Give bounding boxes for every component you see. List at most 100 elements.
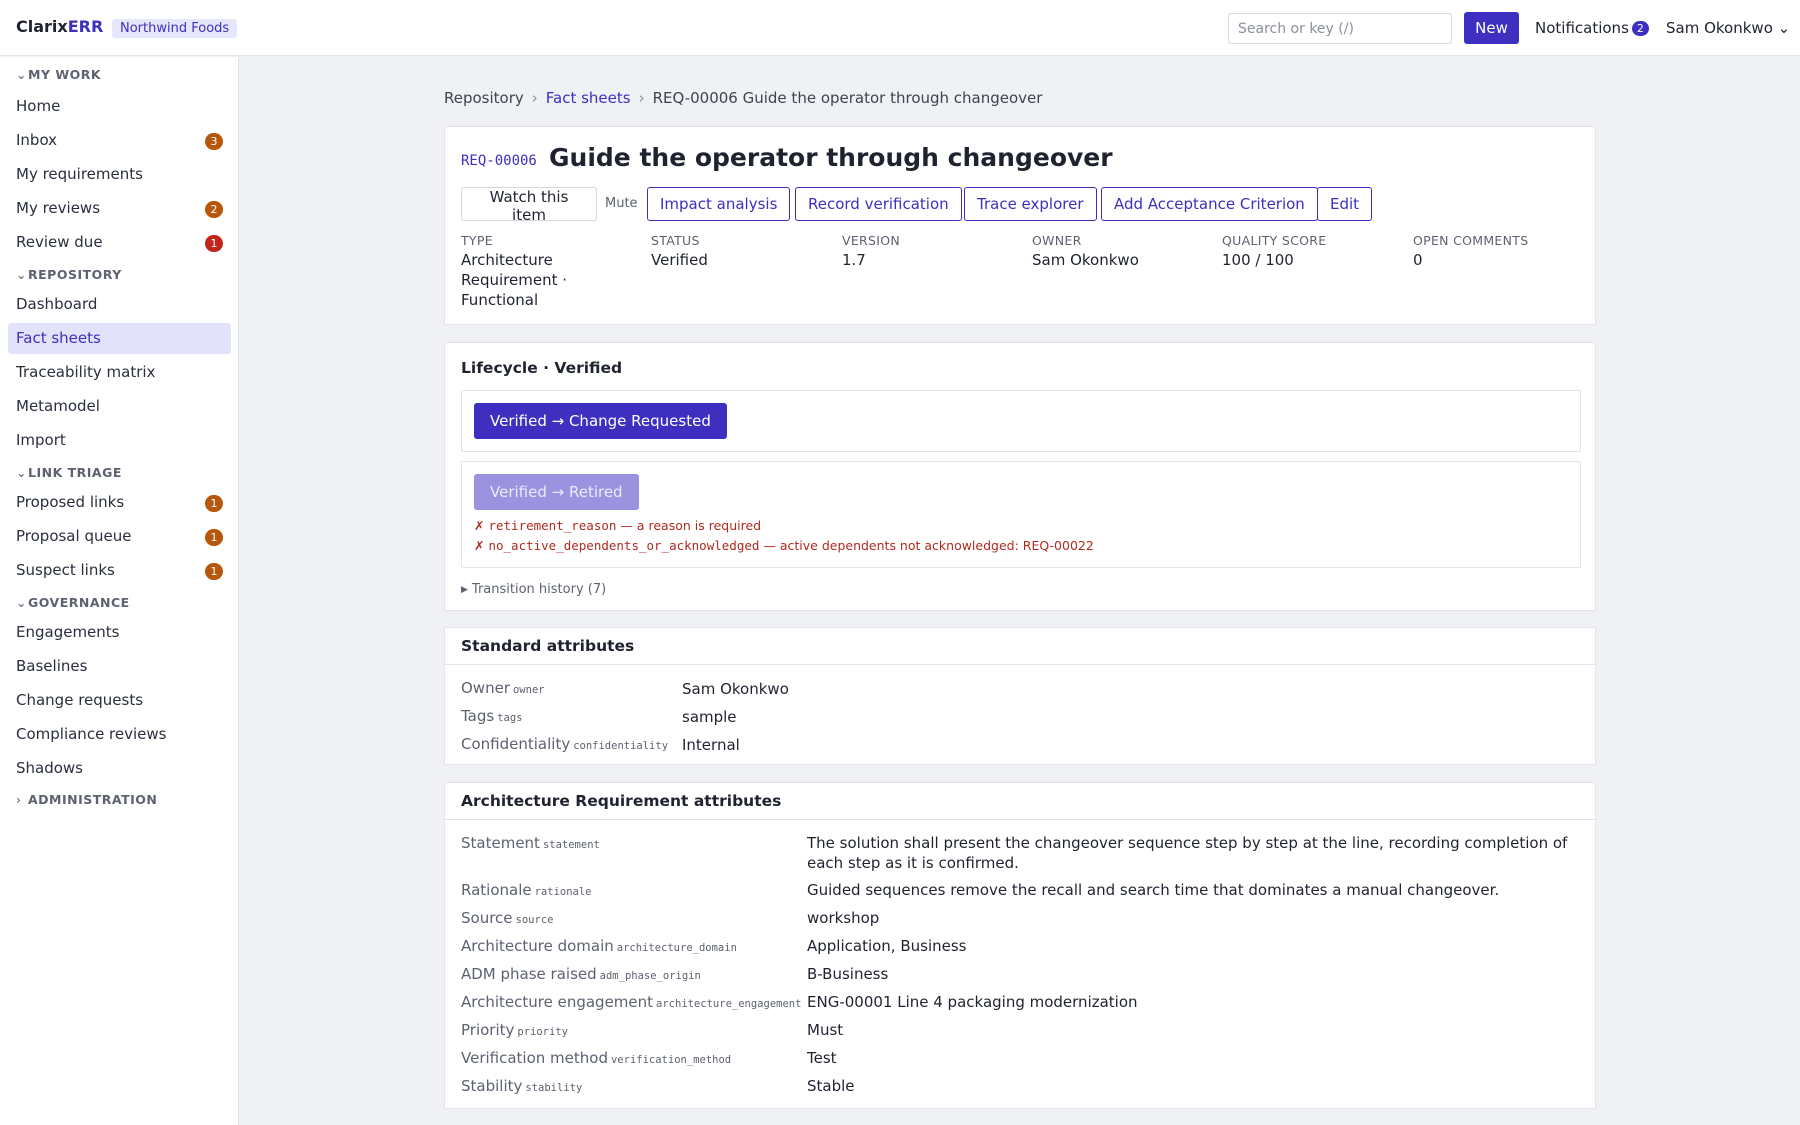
meta-value: Verified — [651, 251, 708, 269]
sidebar-item-inbox[interactable]: Inbox 3 — [8, 125, 231, 156]
new-button[interactable]: New — [1464, 12, 1519, 44]
page-title: Guide the operator through changeover — [549, 143, 1113, 172]
sidebar-item-my-requirements[interactable]: My requirements — [8, 159, 231, 190]
section-title: Standard attributes — [461, 637, 635, 655]
sidebar-item-engagements[interactable]: Engagements — [8, 617, 231, 648]
sidebar-item-label: Proposal queue — [16, 527, 132, 545]
attr-label: Stability stability — [461, 1077, 582, 1095]
architecture-attributes-card: Architecture Requirement attributes Stat… — [444, 782, 1596, 1109]
mute-button[interactable]: Mute — [605, 196, 638, 211]
sidebar-item-traceability-matrix[interactable]: Traceability matrix — [8, 357, 231, 388]
attr-label: Tags tags — [461, 707, 523, 725]
breadcrumb-current: REQ-00006 Guide the operator through cha… — [652, 89, 1043, 107]
lifecycle-card: Lifecycle · Verified Verified → Change R… — [444, 342, 1596, 611]
meta-label: QUALITY SCORE — [1222, 233, 1327, 248]
section-label: GOVERNANCE — [28, 595, 130, 610]
trace-explorer-button[interactable]: Trace explorer — [964, 187, 1097, 221]
sidebar-item-change-requests[interactable]: Change requests — [8, 685, 231, 716]
attr-value: Application, Business — [807, 937, 967, 955]
notifications-label: Notifications — [1535, 19, 1629, 37]
card-header: Standard attributes — [445, 628, 1595, 665]
attr-value: workshop — [807, 909, 880, 927]
impact-analysis-button[interactable]: Impact analysis — [647, 187, 791, 221]
attr-key: source — [515, 914, 554, 926]
attr-label: Architecture engagement architecture_enga… — [461, 993, 801, 1011]
sidebar-section-governance[interactable]: ⌄GOVERNANCE — [16, 595, 130, 610]
error-text: — a reason is required — [616, 518, 762, 533]
breadcrumb-fact-sheets[interactable]: Fact sheets — [546, 89, 631, 107]
sidebar-item-fact-sheets[interactable]: Fact sheets — [8, 323, 231, 354]
card-header: Architecture Requirement attributes — [445, 783, 1595, 820]
attr-value: Test — [807, 1049, 837, 1067]
sidebar-item-label: Suspect links — [16, 561, 115, 579]
user-name: Sam Okonkwo — [1666, 19, 1773, 37]
chevron-down-icon: ⌄ — [1777, 19, 1791, 37]
attr-value: Guided sequences remove the recall and s… — [807, 881, 1500, 899]
sidebar-item-dashboard[interactable]: Dashboard — [8, 289, 231, 320]
sidebar-item-label: Inbox — [16, 131, 58, 149]
sidebar-section-link-triage[interactable]: ⌄LINK TRIAGE — [16, 465, 122, 480]
sidebar-item-label: Review due — [16, 233, 103, 251]
meta-value: 1.7 — [842, 251, 866, 269]
requirement-id[interactable]: REQ-00006 — [461, 153, 537, 169]
breadcrumb-separator: › — [638, 89, 645, 107]
sidebar-item-shadows[interactable]: Shadows — [8, 753, 231, 784]
attr-key: architecture_domain — [616, 942, 737, 954]
sidebar-item-metamodel[interactable]: Metamodel — [8, 391, 231, 422]
transition-change-requested-button[interactable]: Verified → Change Requested — [474, 403, 727, 439]
proposal-queue-count-badge: 1 — [205, 529, 223, 546]
sidebar-item-import[interactable]: Import — [8, 425, 231, 456]
sidebar-item-my-reviews[interactable]: My reviews 2 — [8, 193, 231, 224]
sidebar-section-my-work[interactable]: ⌄MY WORK — [16, 67, 101, 82]
breadcrumb: Repository › Fact sheets › REQ-00006 Guide t… — [444, 89, 1042, 107]
attr-key: architecture_engagement — [656, 998, 802, 1010]
edit-button[interactable]: Edit — [1317, 187, 1373, 221]
transition-retired-button[interactable]: Verified → Retired — [474, 474, 639, 510]
organization-badge: Northwind Foods — [112, 19, 238, 38]
watch-button[interactable]: Watch this item — [461, 187, 597, 224]
transition-box-blocked: Verified → Retired ✗ retirement_reason —… — [461, 461, 1581, 568]
chevron-right-icon: › — [16, 792, 22, 807]
sidebar: ⌄MY WORK Home Inbox 3 My requirements My … — [0, 57, 239, 1125]
meta-open-comments: OPEN COMMENTS 0 — [1413, 233, 1593, 270]
transition-history-toggle[interactable]: ▶ Transition history (7) — [461, 582, 606, 597]
meta-quality-score: QUALITY SCORE 100 / 100 — [1222, 233, 1402, 270]
attr-label-text: Priority — [461, 1021, 515, 1039]
meta-label: OWNER — [1032, 233, 1082, 248]
record-verification-button[interactable]: Record verification — [795, 187, 962, 221]
attr-label: Statement statement — [461, 834, 600, 852]
attr-value: Must — [807, 1021, 844, 1039]
sidebar-item-proposal-queue[interactable]: Proposal queue 1 — [8, 521, 231, 552]
sidebar-section-administration[interactable]: › ADMINISTRATION — [16, 792, 157, 807]
standard-attributes-card: Standard attributes Owner owner Sam Okonk… — [444, 627, 1596, 765]
error-code: no_active_dependents_or_acknowledged — [488, 538, 760, 553]
attr-label: ADM phase raised adm_phase_origin — [461, 965, 701, 983]
chevron-down-icon: ⌄ — [16, 595, 27, 610]
attr-value: ENG-00001 Line 4 packaging modernization — [807, 993, 1138, 1011]
user-menu[interactable]: Sam Okonkwo ⌄ — [1666, 19, 1790, 37]
meta-value: Sam Okonkwo — [1032, 251, 1139, 269]
sidebar-item-compliance-reviews[interactable]: Compliance reviews — [8, 719, 231, 750]
transition-history-label: Transition history (7) — [471, 582, 607, 597]
sidebar-item-baselines[interactable]: Baselines — [8, 651, 231, 682]
add-acceptance-criterion-button[interactable]: Add Acceptance Criterion — [1101, 187, 1318, 221]
meta-type: TYPE Architecture Requirement · Function… — [461, 233, 581, 310]
notifications-button[interactable]: Notifications 2 — [1535, 19, 1649, 37]
sidebar-item-suspect-links[interactable]: Suspect links 1 — [8, 555, 231, 586]
attr-key: priority — [517, 1026, 568, 1038]
validation-error: ✗ no_active_dependents_or_acknowledged —… — [474, 538, 1094, 553]
app-logo[interactable]: ClarixERR — [16, 17, 103, 36]
search-input[interactable] — [1228, 13, 1452, 44]
section-label: MY WORK — [28, 67, 102, 82]
meta-label: OPEN COMMENTS — [1413, 233, 1529, 248]
breadcrumb-repository[interactable]: Repository — [444, 89, 524, 107]
sidebar-item-review-due[interactable]: Review due 1 — [8, 227, 231, 258]
attr-label-text: ADM phase raised — [461, 965, 597, 983]
attr-label-text: Architecture domain — [461, 937, 614, 955]
attr-label-text: Source — [461, 909, 513, 927]
attr-value: The solution shall present the changeove… — [807, 834, 1568, 872]
sidebar-section-repository[interactable]: ⌄REPOSITORY — [16, 267, 122, 282]
sidebar-item-home[interactable]: Home — [8, 91, 231, 122]
sidebar-item-proposed-links[interactable]: Proposed links 1 — [8, 487, 231, 518]
attr-label-text: Rationale — [461, 881, 532, 899]
